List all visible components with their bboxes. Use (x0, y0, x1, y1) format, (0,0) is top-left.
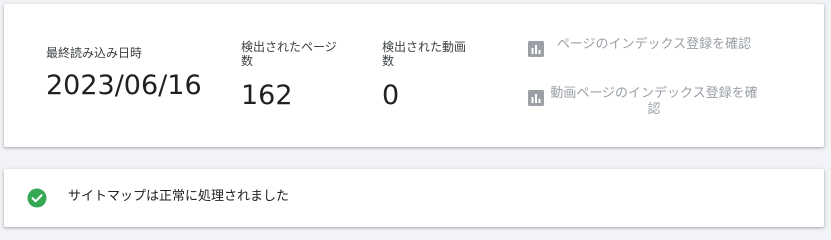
stat-discovered-videos-value: 0 (382, 80, 400, 111)
stat-discovered-pages-label: 検出されたページ数 (241, 40, 337, 68)
stat-last-read-value: 2023/06/16 (46, 70, 202, 101)
stat-last-read-label: 最終読み込み日時 (46, 46, 143, 60)
bar-chart-icon (528, 90, 544, 106)
stat-discovered-pages: 検出されたページ数 162 (241, 40, 339, 111)
stat-discovered-videos: 検出された動画数 0 (382, 40, 467, 111)
view-video-indexing-link[interactable]: 動画ページのインデックス登録を確認 (528, 86, 768, 118)
check-circle-icon (27, 188, 47, 208)
view-page-indexing-link[interactable]: ページのインデックス登録を確認 (528, 37, 768, 57)
sitemap-stats-card: 最終読み込み日時 2023/06/16 検出されたページ数 162 検出された動… (4, 4, 824, 147)
bar-chart-icon (528, 41, 544, 57)
status-message: サイトマップは正常に処理されました (68, 189, 290, 204)
stat-discovered-videos-label: 検出された動画数 (382, 40, 467, 68)
view-page-indexing-label: ページのインデックス登録を確認 (556, 37, 752, 52)
stat-discovered-pages-value: 162 (241, 80, 293, 111)
sitemap-status-card: サイトマップは正常に処理されました (4, 169, 824, 227)
stat-last-read: 最終読み込み日時 2023/06/16 (46, 46, 216, 101)
view-video-indexing-label: 動画ページのインデックス登録を確認 (550, 86, 758, 117)
